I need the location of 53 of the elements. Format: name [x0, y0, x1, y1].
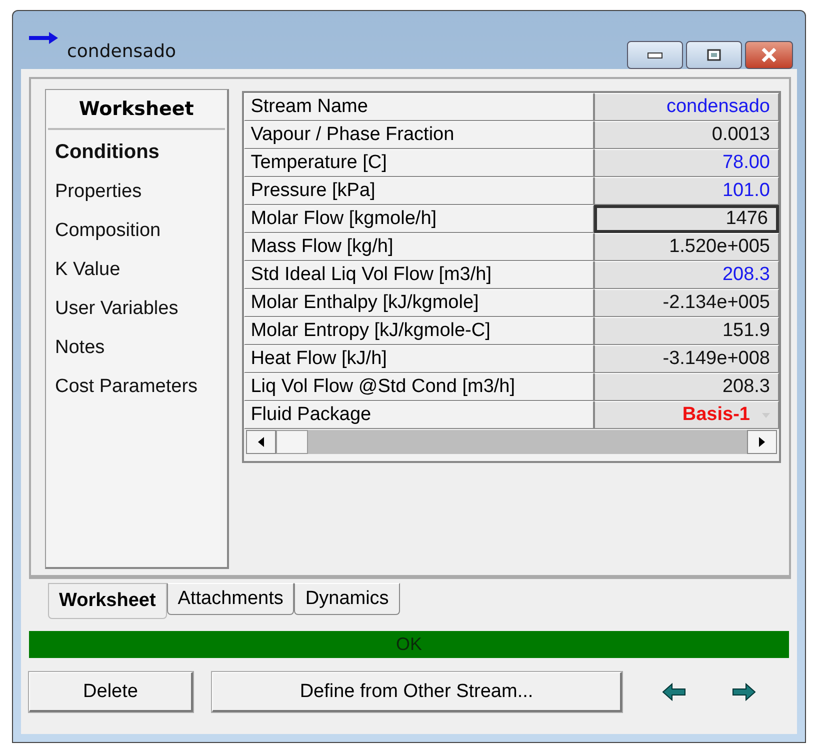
- value-cell[interactable]: 208.3: [594, 373, 779, 401]
- scroll-right-button[interactable]: [747, 430, 777, 454]
- arrow-right-icon[interactable]: [732, 683, 756, 701]
- tab[interactable]: Attachments: [166, 583, 294, 615]
- arrow-left-icon[interactable]: [662, 683, 686, 701]
- close-icon: [760, 48, 778, 62]
- delete-button[interactable]: Delete: [29, 672, 193, 712]
- close-button[interactable]: [745, 41, 793, 69]
- scroll-left-button[interactable]: [246, 430, 276, 454]
- sidebar-item[interactable]: Composition: [46, 214, 227, 253]
- value-cell[interactable]: 151.9: [594, 317, 779, 345]
- row-label: Fluid Package: [244, 401, 594, 429]
- define-from-stream-button[interactable]: Define from Other Stream...: [212, 672, 622, 712]
- minimize-button[interactable]: [627, 41, 683, 69]
- value-cell[interactable]: 101.0: [594, 177, 779, 205]
- sidebar-item[interactable]: Conditions: [46, 136, 227, 175]
- sidebar-item[interactable]: Cost Parameters: [46, 370, 227, 409]
- value-cell[interactable]: -2.134e+005: [594, 289, 779, 317]
- row-label: Mass Flow [kg/h]: [244, 233, 594, 261]
- value-cell[interactable]: 208.3: [594, 261, 779, 289]
- row-label: Liq Vol Flow @Std Cond [m3/h]: [244, 373, 594, 401]
- arrow-icon: [29, 31, 59, 45]
- status-bar: OK: [29, 631, 789, 658]
- tab[interactable]: Worksheet: [48, 583, 167, 619]
- row-label: Vapour / Phase Fraction: [244, 121, 594, 149]
- row-label: Std Ideal Liq Vol Flow [m3/h]: [244, 261, 594, 289]
- value-cell[interactable]: -3.149e+008: [594, 345, 779, 373]
- tab[interactable]: Dynamics: [294, 583, 400, 615]
- scroll-thumb[interactable]: [276, 430, 308, 454]
- value-cell[interactable]: condensado: [594, 93, 779, 121]
- sidebar-item[interactable]: Properties: [46, 175, 227, 214]
- value-cell[interactable]: 78.00: [594, 149, 779, 177]
- sidebar-item[interactable]: K Value: [46, 253, 227, 292]
- value-cell[interactable]: 0.0013: [594, 121, 779, 149]
- maximize-icon: [706, 49, 722, 61]
- row-label: Molar Flow [kgmole/h]: [244, 205, 594, 233]
- row-label: Temperature [C]: [244, 149, 594, 177]
- row-label: Heat Flow [kJ/h]: [244, 345, 594, 373]
- row-label: Pressure [kPa]: [244, 177, 594, 205]
- value-cell[interactable]: 1476: [594, 205, 779, 233]
- row-label: Molar Enthalpy [kJ/kgmole]: [244, 289, 594, 317]
- maximize-button[interactable]: [686, 41, 742, 69]
- triangle-right-icon: [759, 437, 765, 447]
- value-cell[interactable]: 1.520e+005: [594, 233, 779, 261]
- window-title: condensado: [67, 41, 176, 62]
- horizontal-scrollbar[interactable]: [246, 430, 777, 454]
- minimize-icon: [647, 51, 663, 59]
- triangle-left-icon: [258, 437, 264, 447]
- row-label: Molar Entropy [kJ/kgmole-C]: [244, 317, 594, 345]
- sidebar-heading: Worksheet: [48, 90, 225, 130]
- sidebar-item[interactable]: User Variables: [46, 292, 227, 331]
- sidebar-item[interactable]: Notes: [46, 331, 227, 370]
- row-label: Stream Name: [244, 93, 594, 121]
